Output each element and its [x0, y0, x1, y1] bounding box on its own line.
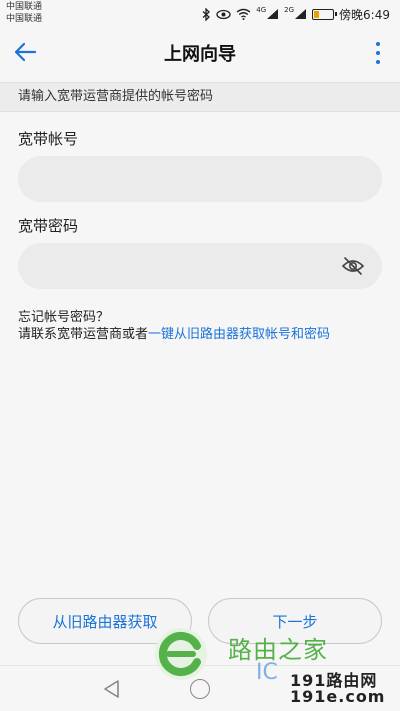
battery-icon [312, 8, 338, 20]
wifi-icon [236, 7, 251, 21]
more-vert-icon [376, 42, 380, 46]
watermark-url-2: 191e.com [290, 687, 386, 706]
account-input[interactable] [18, 156, 382, 202]
watermark-logo-icon [155, 628, 207, 680]
status-bar: 中国联通 中国联通 4G 2G 傍晚6:49 [0, 0, 400, 28]
bluetooth-icon [202, 7, 211, 21]
contact-prefix: 请联系宽带运营商或者 [18, 327, 149, 342]
watermark-mark: IC [256, 660, 278, 685]
nav-back-icon[interactable] [102, 679, 120, 699]
contact-text: 请联系宽带运营商或者一键从旧路由器获取帐号和密码 [18, 323, 330, 342]
carrier-2: 中国联通 [6, 14, 43, 24]
password-label: 宽带密码 [18, 217, 79, 235]
carrier-1: 中国联通 [6, 2, 43, 12]
network-type-1: 4G [256, 6, 267, 14]
password-input[interactable] [18, 243, 382, 289]
more-options-button[interactable] [370, 40, 386, 66]
watermark-brand: 路由之家 [228, 636, 328, 664]
nav-home-icon[interactable] [190, 679, 210, 699]
page-title: 上网向导 [164, 44, 236, 65]
status-icons: 4G 2G 傍晚6:49 [202, 6, 390, 22]
signal-1-icon: 4G [256, 6, 279, 21]
one-click-fetch-link[interactable]: 一键从旧路由器获取帐号和密码 [148, 327, 330, 342]
eye-comfort-icon [216, 7, 231, 21]
signal-2-icon: 2G [284, 6, 307, 21]
status-time: 傍晚6:49 [339, 7, 390, 22]
eye-off-icon [341, 257, 365, 275]
account-label: 宽带帐号 [18, 130, 79, 148]
hint-text: 请输入宽带运营商提供的帐号密码 [0, 82, 400, 112]
app-bar: 上网向导 [0, 28, 400, 76]
toggle-password-visibility-button[interactable] [340, 255, 366, 277]
network-type-2: 2G [284, 6, 295, 14]
